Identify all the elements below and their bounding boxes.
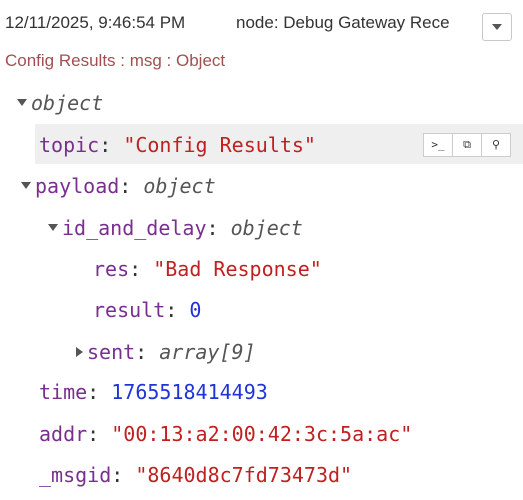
res-value: "Bad Response" bbox=[153, 257, 322, 281]
row-tools: >_ ⧉ ⚲ bbox=[423, 133, 511, 157]
topic-value: "Config Results" bbox=[123, 133, 316, 157]
result-key: result bbox=[93, 298, 166, 322]
copy-path-button[interactable]: >_ bbox=[423, 133, 453, 157]
tree-row-msgid[interactable]: _msgid: "8640d8c7fd73473d" bbox=[39, 458, 352, 492]
addr-key: addr bbox=[39, 422, 88, 446]
copy-icon: ⧉ bbox=[463, 138, 471, 151]
tree-row-res[interactable]: res: "Bad Response" bbox=[93, 252, 322, 286]
msgid-key: _msgid bbox=[39, 463, 112, 487]
sent-type: array[9] bbox=[159, 340, 256, 364]
pin-icon: ⚲ bbox=[491, 138, 501, 151]
sent-key: sent bbox=[87, 340, 136, 364]
source-node-name[interactable]: node: Debug Gateway Rece bbox=[236, 13, 450, 33]
msgid-value: "8640d8c7fd73473d" bbox=[135, 463, 353, 487]
tree-row-result[interactable]: result: 0 bbox=[93, 293, 201, 327]
id-and-delay-key: id_and_delay bbox=[62, 216, 207, 240]
message-meta: Config Results : msg : Object bbox=[5, 51, 226, 70]
debug-message-header: 12/11/2025, 9:46:54 PM node: Debug Gatew… bbox=[0, 0, 523, 46]
expand-caret-icon[interactable] bbox=[21, 182, 31, 189]
root-type: object bbox=[31, 91, 104, 115]
addr-value: "00:13:a2:00:42:3c:5a:ac" bbox=[111, 422, 413, 446]
topic-key: topic bbox=[39, 133, 100, 157]
chevron-down-icon bbox=[492, 24, 502, 30]
message-menu-button[interactable] bbox=[482, 13, 512, 41]
expand-caret-icon[interactable] bbox=[48, 224, 58, 231]
tree-row-sent[interactable]: sent: array[9] bbox=[76, 335, 256, 369]
result-value: 0 bbox=[189, 298, 202, 322]
res-key: res bbox=[93, 257, 130, 281]
tree-row-topic[interactable]: topic: "Config Results" bbox=[39, 128, 316, 162]
tree-row-payload[interactable]: payload: object bbox=[21, 169, 216, 203]
pin-button[interactable]: ⚲ bbox=[481, 133, 511, 157]
tree-row-addr[interactable]: addr: "00:13:a2:00:42:3c:5a:ac" bbox=[39, 417, 412, 451]
tree-row-time[interactable]: time: 1765518414493 bbox=[39, 375, 268, 409]
collapse-caret-icon[interactable] bbox=[76, 346, 83, 357]
payload-type: object bbox=[143, 174, 216, 198]
time-key: time bbox=[39, 380, 88, 404]
message-timestamp: 12/11/2025, 9:46:54 PM bbox=[5, 13, 186, 32]
time-value: 1765518414493 bbox=[111, 380, 268, 404]
copy-value-button[interactable]: ⧉ bbox=[452, 133, 482, 157]
expand-caret-icon[interactable] bbox=[17, 99, 27, 106]
tree-row-id-and-delay[interactable]: id_and_delay: object bbox=[48, 211, 303, 245]
payload-key: payload bbox=[35, 174, 120, 198]
tree-root-row[interactable]: object bbox=[17, 86, 103, 120]
terminal-icon: >_ bbox=[431, 138, 445, 151]
id-and-delay-type: object bbox=[230, 216, 303, 240]
